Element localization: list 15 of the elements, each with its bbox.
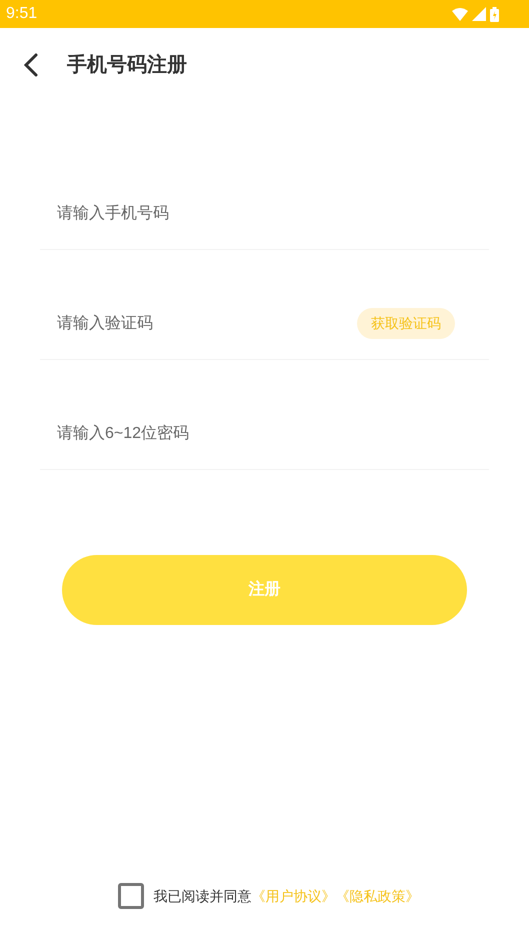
policy-link[interactable]: 《隐私政策》 [336,886,420,906]
input-field[interactable]: 请输入手机号码 [57,201,455,227]
agreement-text: 我已阅读并同意 [154,886,252,906]
get-code-button[interactable]: 获取验证码 [357,308,455,339]
wifi-icon [452,8,468,20]
signal-icon [472,7,486,21]
input-field[interactable]: 请输入验证码 [57,311,357,337]
input-field[interactable]: 请输入6~12位密码 [57,421,455,447]
agree-checkbox[interactable] [118,883,144,909]
back-icon[interactable] [24,53,38,77]
register-button[interactable]: 注册 [62,555,467,625]
battery-icon [490,6,499,22]
status-time: 9:51 [6,4,38,24]
page-title: 手机号码注册 [67,52,187,78]
policy-link[interactable]: 《用户协议》 [252,886,336,906]
